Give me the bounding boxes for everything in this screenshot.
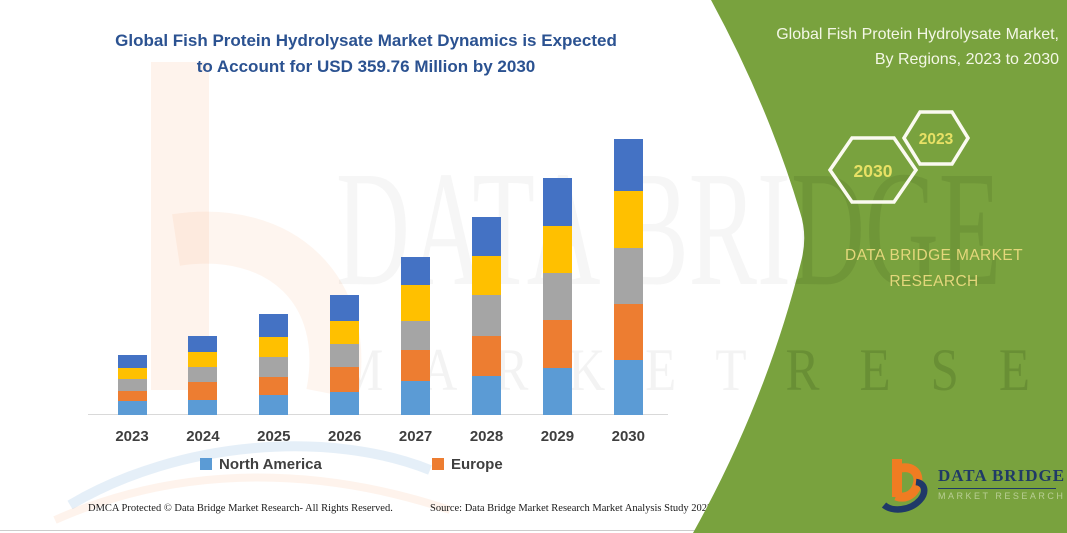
logo-underline [938, 488, 1056, 489]
svg-text:M A R K E T R E S E A R C H: M A R K E T R E S E A R C H [338, 337, 1067, 404]
hexagon-2030-label: 2030 [854, 161, 893, 181]
panel-heading-line1: Global Fish Protein Hydrolysate Market, [735, 23, 1059, 48]
logo-wordmark: DATA BRIDGE [938, 466, 1063, 486]
panel-brand-text: DATA BRIDGE MARKET RESEARCH [800, 243, 1067, 294]
logo-subtext: MARKET RESEARCH [938, 491, 1063, 501]
infographic-canvas: DATA BRIDGE M A R K E T R E S E A R C H … [0, 0, 1067, 533]
panel-brand-line1: DATA BRIDGE MARKET [800, 243, 1067, 269]
panel-heading: Global Fish Protein Hydrolysate Market, … [735, 23, 1059, 73]
panel-heading-line2: By Regions, 2023 to 2030 [735, 48, 1059, 73]
panel-brand-line2: RESEARCH [800, 269, 1067, 295]
hexagon-2023-label: 2023 [919, 131, 954, 148]
